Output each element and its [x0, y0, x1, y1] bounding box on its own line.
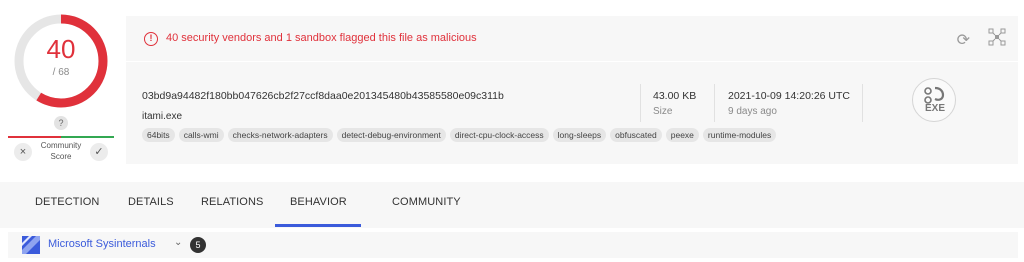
tab-community[interactable]: COMMUNITY [392, 196, 461, 208]
file-tag[interactable]: obfuscated [610, 128, 662, 142]
community-score-bar [8, 136, 114, 138]
file-tag[interactable]: runtime-modules [702, 128, 777, 142]
file-details-row: 03bd9a94482f180bb047626cb2f27ccf8daa0e20… [126, 62, 1018, 164]
sandbox-count-badge: 5 [190, 237, 206, 253]
detection-score-widget: 40 / 68 ? × Community Score ✓ [8, 12, 114, 172]
chevron-down-icon[interactable]: ⌄ [174, 237, 182, 248]
tab-behavior[interactable]: BEHAVIOR [290, 196, 347, 208]
file-size-label: Size [653, 106, 673, 117]
analysis-age: 9 days ago [728, 106, 777, 117]
tab-relations[interactable]: RELATIONS [201, 196, 263, 208]
file-report-page: 40 / 68 ? × Community Score ✓ ! 40 secur… [0, 0, 1024, 262]
sandbox-selector-row: Microsoft Sysinternals ⌄ 5 [8, 232, 1018, 258]
file-tag[interactable]: peexe [665, 128, 699, 142]
total-engines: / 68 [52, 67, 70, 78]
reanalyze-icon[interactable]: ⟳ [957, 30, 970, 50]
active-tab-indicator [275, 224, 361, 227]
file-tag[interactable]: checks-network-adapters [227, 128, 333, 142]
tab-detection[interactable]: DETECTION [35, 196, 99, 208]
column-divider [862, 84, 863, 122]
file-type-label: EXE [924, 103, 945, 114]
tab-details[interactable]: DETAILS [128, 196, 174, 208]
community-label-line1: Community [40, 141, 82, 150]
file-tag[interactable]: direct-cpu-clock-access [449, 128, 549, 142]
vote-harmless-button[interactable]: ✓ [90, 143, 108, 161]
community-label-line2: Score [50, 152, 72, 161]
community-score-value: ? [54, 116, 68, 130]
graph-icon[interactable] [988, 28, 1006, 46]
file-summary-panel: ! 40 security vendors and 1 sandbox flag… [126, 16, 1018, 164]
column-divider [640, 84, 641, 122]
file-size: 43.00 KB [653, 90, 697, 102]
alert-circle-icon: ! [144, 32, 158, 46]
community-score-label: Community Score [34, 140, 88, 162]
file-tag[interactable]: calls-wmi [178, 128, 224, 142]
exe-file-icon: EXE [912, 78, 956, 122]
file-tag[interactable]: 64bits [142, 128, 175, 142]
column-divider [714, 84, 715, 122]
sandbox-name[interactable]: Microsoft Sysinternals [48, 238, 156, 250]
vote-malicious-button[interactable]: × [14, 143, 32, 161]
report-tabs: DETECTION DETAILS RELATIONS BEHAVIOR COM… [0, 182, 1024, 228]
file-type-glyph [924, 86, 945, 104]
analysis-date: 2021-10-09 14:20:26 UTC [728, 90, 850, 102]
malicious-alert-banner: ! 40 security vendors and 1 sandbox flag… [126, 16, 1018, 62]
alert-message: 40 security vendors and 1 sandbox flagge… [166, 32, 477, 44]
file-tags: 64bits calls-wmi checks-network-adapters de… [142, 128, 777, 142]
file-tag[interactable]: detect-debug-environment [336, 128, 446, 142]
file-name: itami.exe [142, 111, 183, 122]
detection-count: 40 [46, 34, 76, 64]
file-tag[interactable]: long-sleeps [552, 128, 607, 142]
sysinternals-logo-icon [22, 236, 40, 254]
file-hash[interactable]: 03bd9a94482f180bb047626cb2f27ccf8daa0e20… [142, 90, 504, 102]
